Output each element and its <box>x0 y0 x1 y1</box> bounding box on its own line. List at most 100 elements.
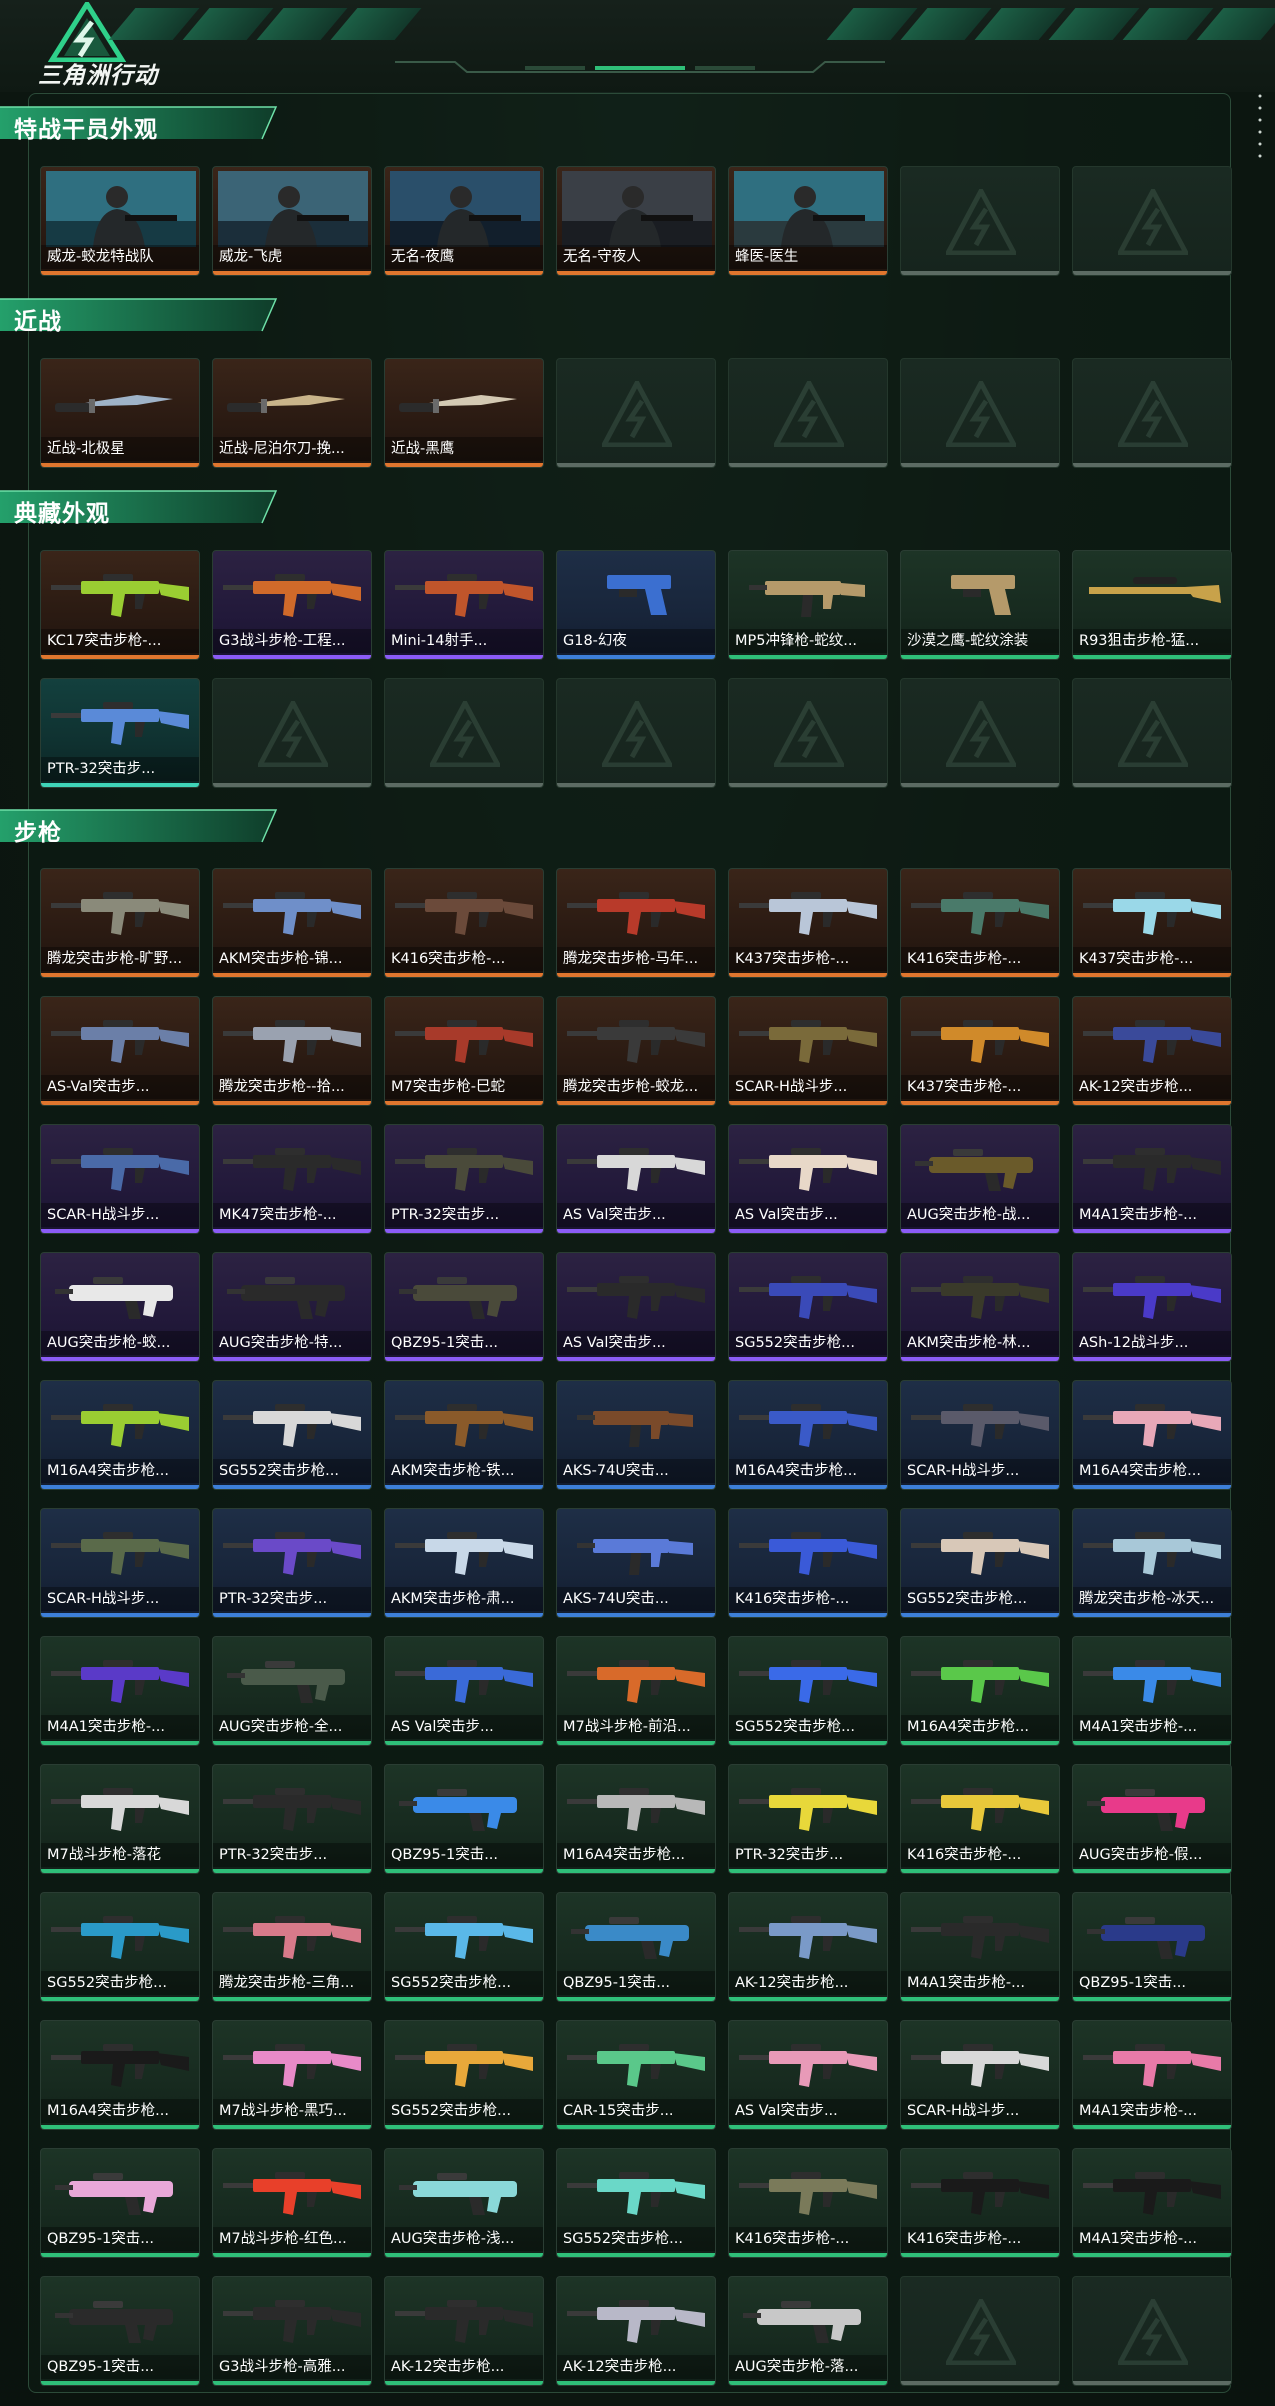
skin-card[interactable]: K437突击步枪-... <box>1072 868 1232 978</box>
skin-card[interactable]: M7战斗步枪-前沿... <box>556 1636 716 1746</box>
skin-card[interactable]: K416突击步枪-... <box>900 1764 1060 1874</box>
skin-card[interactable]: M7战斗步枪-红色... <box>212 2148 372 2258</box>
skin-card[interactable]: AS Val突击步... <box>728 1124 888 1234</box>
skin-card[interactable]: R93狙击步枪-猛... <box>1072 550 1232 660</box>
skin-card[interactable]: 腾龙突击步枪-旷野... <box>40 868 200 978</box>
skin-card[interactable]: AKM突击步枪-肃... <box>384 1508 544 1618</box>
skin-card[interactable]: AS Val突击步... <box>728 2020 888 2130</box>
skin-card[interactable]: AUG突击步枪-全... <box>212 1636 372 1746</box>
skin-card[interactable]: AS-Val突击步... <box>40 996 200 1106</box>
skin-card[interactable]: M4A1突击步枪-... <box>1072 2020 1232 2130</box>
skin-card[interactable]: AK-12突击步枪... <box>556 2276 716 2386</box>
skin-card[interactable]: AUG突击步枪-浅... <box>384 2148 544 2258</box>
skin-card[interactable]: M16A4突击步枪... <box>900 1636 1060 1746</box>
skin-card[interactable]: 威龙-飞虎 <box>212 166 372 276</box>
skin-card[interactable]: AS Val突击步... <box>556 1124 716 1234</box>
skin-card[interactable]: MP5冲锋枪-蛇纹... <box>728 550 888 660</box>
skin-card[interactable]: KC17突击步枪-... <box>40 550 200 660</box>
skin-card[interactable]: K416突击步枪-... <box>728 1508 888 1618</box>
skin-card[interactable]: K416突击步枪-... <box>728 2148 888 2258</box>
skin-card[interactable]: QBZ95-1突击... <box>40 2148 200 2258</box>
skin-card[interactable]: M4A1突击步枪-... <box>1072 1636 1232 1746</box>
skin-card[interactable]: QBZ95-1突击... <box>384 1764 544 1874</box>
skin-card[interactable]: SCAR-H战斗步... <box>728 996 888 1106</box>
skin-card[interactable]: PTR-32突击步... <box>212 1764 372 1874</box>
skin-card[interactable]: K437突击步枪-... <box>900 996 1060 1106</box>
skin-card[interactable]: 腾龙突击步枪-三角... <box>212 1892 372 2002</box>
skin-card[interactable]: SG552突击步枪... <box>40 1892 200 2002</box>
skin-card[interactable]: 蜂医-医生 <box>728 166 888 276</box>
skin-card[interactable]: SG552突击步枪... <box>728 1252 888 1362</box>
skin-card[interactable]: MK47突击步枪-... <box>212 1124 372 1234</box>
skin-card[interactable]: PTR-32突击步... <box>40 678 200 788</box>
skin-card[interactable]: AS Val突击步... <box>556 1252 716 1362</box>
skin-card[interactable]: K416突击步枪-... <box>900 2148 1060 2258</box>
skin-card[interactable]: 腾龙突击步枪--拾... <box>212 996 372 1106</box>
skin-card[interactable]: AUG突击步枪-假... <box>1072 1764 1232 1874</box>
skin-card[interactable]: AK-12突击步枪... <box>1072 996 1232 1106</box>
skin-card[interactable]: CAR-15突击步... <box>556 2020 716 2130</box>
skin-card[interactable]: M16A4突击步枪... <box>1072 1380 1232 1490</box>
skin-card[interactable]: PTR-32突击步... <box>212 1508 372 1618</box>
skin-card[interactable]: AS Val突击步... <box>384 1636 544 1746</box>
skin-card[interactable]: M4A1突击步枪-... <box>1072 1124 1232 1234</box>
skin-card[interactable]: SCAR-H战斗步... <box>40 1508 200 1618</box>
skin-card[interactable]: QBZ95-1突击... <box>556 1892 716 2002</box>
skin-card[interactable]: 腾龙突击步枪-冰天... <box>1072 1508 1232 1618</box>
skin-card[interactable]: M16A4突击步枪... <box>556 1764 716 1874</box>
skin-card[interactable]: M7突击步枪-巳蛇 <box>384 996 544 1106</box>
skin-card[interactable]: SCAR-H战斗步... <box>900 1380 1060 1490</box>
skin-card[interactable]: SG552突击步枪... <box>900 1508 1060 1618</box>
skin-card[interactable]: 沙漠之鹰-蛇纹涂装 <box>900 550 1060 660</box>
skin-card[interactable]: AKS-74U突击... <box>556 1508 716 1618</box>
skin-card[interactable]: QBZ95-1突击... <box>384 1252 544 1362</box>
skin-card[interactable]: 无名-夜鹰 <box>384 166 544 276</box>
skin-card[interactable]: SG552突击步枪... <box>384 2020 544 2130</box>
skin-card[interactable]: 腾龙突击步枪-蛟龙... <box>556 996 716 1106</box>
skin-card[interactable]: ASh-12战斗步... <box>1072 1252 1232 1362</box>
skin-card[interactable]: K437突击步枪-... <box>728 868 888 978</box>
skin-card[interactable]: M4A1突击步枪-... <box>900 1892 1060 2002</box>
skin-card[interactable]: AKM突击步枪-林... <box>900 1252 1060 1362</box>
skin-card[interactable]: AK-12突击步枪... <box>384 2276 544 2386</box>
skin-card[interactable]: M16A4突击步枪... <box>40 2020 200 2130</box>
skin-card[interactable]: G3战斗步枪-工程... <box>212 550 372 660</box>
skin-card[interactable]: M4A1突击步枪-... <box>40 1636 200 1746</box>
skin-card[interactable]: SG552突击步枪... <box>212 1380 372 1490</box>
skin-card[interactable]: 近战-黑鹰 <box>384 358 544 468</box>
skin-card[interactable]: AUG突击步枪-蛟... <box>40 1252 200 1362</box>
skin-card[interactable]: 威龙-蛟龙特战队 <box>40 166 200 276</box>
skin-card[interactable]: QBZ95-1突击... <box>40 2276 200 2386</box>
skin-card[interactable]: G18-幻夜 <box>556 550 716 660</box>
rifle-icon <box>223 1404 361 1447</box>
skin-card[interactable]: AKM突击步枪-铁... <box>384 1380 544 1490</box>
skin-card[interactable]: AUG突击步枪-特... <box>212 1252 372 1362</box>
skin-card[interactable]: AUG突击步枪-落... <box>728 2276 888 2386</box>
skin-card[interactable]: M4A1突击步枪-... <box>1072 2148 1232 2258</box>
skin-card[interactable]: 近战-北极星 <box>40 358 200 468</box>
skin-card[interactable]: AKM突击步枪-锦... <box>212 868 372 978</box>
skin-card[interactable]: K416突击步枪-... <box>900 868 1060 978</box>
skin-card[interactable]: M7战斗步枪-落花 <box>40 1764 200 1874</box>
skin-card[interactable]: AK-12突击步枪... <box>728 1892 888 2002</box>
skin-card[interactable]: 腾龙突击步枪-马年... <box>556 868 716 978</box>
skin-card[interactable]: 近战-尼泊尔刀-挽... <box>212 358 372 468</box>
skin-card[interactable]: PTR-32突击步... <box>728 1764 888 1874</box>
skin-card[interactable]: SCAR-H战斗步... <box>40 1124 200 1234</box>
skin-card[interactable]: M16A4突击步枪... <box>40 1380 200 1490</box>
skin-card[interactable]: M16A4突击步枪... <box>728 1380 888 1490</box>
skin-card[interactable]: M7战斗步枪-黑巧... <box>212 2020 372 2130</box>
skin-card[interactable]: 无名-守夜人 <box>556 166 716 276</box>
skin-card[interactable]: AKS-74U突击... <box>556 1380 716 1490</box>
skin-card[interactable]: SG552突击步枪... <box>384 1892 544 2002</box>
skin-card[interactable]: K416突击步枪-... <box>384 868 544 978</box>
skin-card[interactable]: SG552突击步枪... <box>556 2148 716 2258</box>
skin-card[interactable]: G3战斗步枪-高雅... <box>212 2276 372 2386</box>
scrollbar-dots[interactable] <box>1258 92 1262 162</box>
skin-card[interactable]: QBZ95-1突击... <box>1072 1892 1232 2002</box>
skin-card[interactable]: SG552突击步枪... <box>728 1636 888 1746</box>
skin-card[interactable]: Mini-14射手... <box>384 550 544 660</box>
skin-card[interactable]: AUG突击步枪-战... <box>900 1124 1060 1234</box>
skin-card[interactable]: SCAR-H战斗步... <box>900 2020 1060 2130</box>
skin-card[interactable]: PTR-32突击步... <box>384 1124 544 1234</box>
